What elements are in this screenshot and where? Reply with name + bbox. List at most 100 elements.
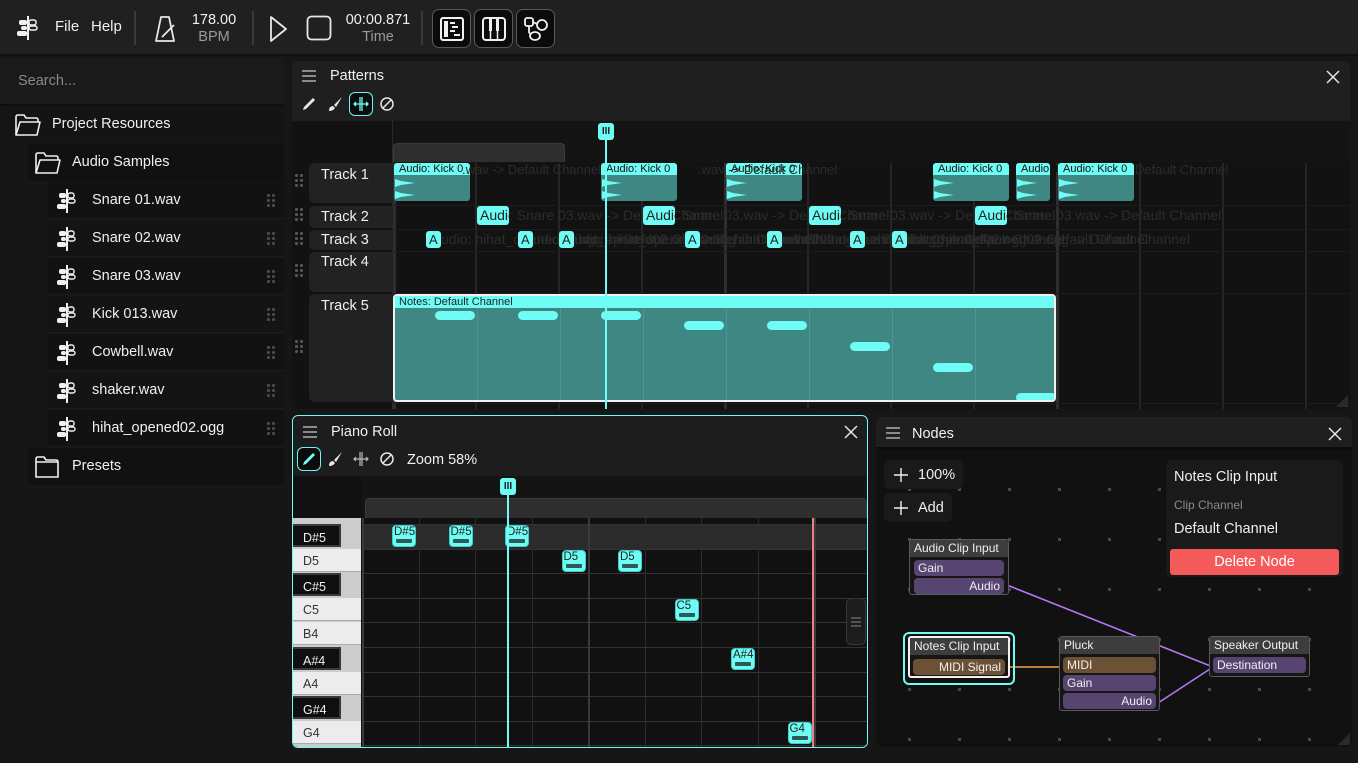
playhead-handle[interactable]: III (598, 123, 614, 140)
port-audio[interactable]: Audio (914, 578, 1004, 594)
delete-node-button[interactable]: Delete Node (1170, 549, 1339, 575)
tree-item-file[interactable]: Snare 03.wav (48, 258, 284, 295)
track-header-1[interactable]: Track 1 (309, 163, 393, 203)
drag-handle-icon[interactable] (295, 208, 304, 222)
note[interactable]: C5 (674, 598, 699, 621)
track-header-3[interactable]: Track 3 (309, 230, 393, 250)
tree-item-project-resources[interactable]: Project Resources (8, 106, 284, 143)
piano-key[interactable]: A4 (293, 671, 361, 695)
piano-key[interactable]: G#4 (293, 696, 341, 720)
note[interactable]: A#4 (731, 648, 755, 670)
vertical-scrollbar[interactable] (846, 598, 866, 645)
note[interactable]: D#5 (392, 525, 416, 547)
node-notes-clip-input[interactable]: Notes Clip Input MIDI Signal (908, 636, 1010, 678)
track-header-5[interactable]: Track 5 (309, 294, 393, 402)
audio-clip-snare[interactable]: Audio (477, 206, 509, 225)
piano-key[interactable]: B4 (293, 622, 361, 646)
drag-handle-icon[interactable] (295, 174, 304, 188)
audio-clip-hihat[interactable]: A (426, 231, 441, 248)
piano-key[interactable]: G4 (293, 720, 361, 744)
drag-handle-icon[interactable] (267, 232, 276, 246)
drag-handle-icon[interactable] (295, 340, 304, 354)
close-icon[interactable] (843, 424, 859, 440)
piano-view-button[interactable] (474, 9, 513, 48)
play-icon[interactable] (266, 14, 290, 44)
piano-key[interactable]: D5 (293, 548, 361, 572)
audio-clip-hihat[interactable]: A (850, 231, 865, 248)
tree-item-file[interactable]: Snare 02.wav (48, 220, 284, 257)
port-gain[interactable]: Gain (914, 560, 1004, 576)
port-midi-signal[interactable]: MIDI Signal (913, 659, 1005, 675)
brush-tool[interactable] (323, 447, 347, 471)
note[interactable]: G4 (787, 721, 812, 744)
drag-handle-icon[interactable] (295, 232, 304, 246)
drag-handle-icon[interactable] (267, 270, 276, 284)
audio-clip-snare[interactable]: Audio (975, 206, 1007, 225)
tree-item-audio-samples[interactable]: Audio Samples (28, 144, 284, 181)
app-logo-icon[interactable] (15, 15, 41, 41)
node-pluck[interactable]: Pluck MIDI Gain Audio (1059, 636, 1160, 711)
note[interactable]: D5 (618, 549, 642, 572)
drag-handle-icon[interactable] (267, 346, 276, 360)
drag-handle-icon[interactable] (267, 308, 276, 322)
port-midi[interactable]: MIDI (1063, 657, 1156, 673)
close-icon[interactable] (1325, 69, 1341, 85)
drag-handle-icon[interactable] (267, 422, 276, 436)
track-header-2[interactable]: Track 2 (309, 206, 393, 228)
node-audio-clip-input[interactable]: Audio Clip Input Gain Audio (909, 539, 1009, 595)
drag-handle-icon[interactable] (295, 264, 304, 278)
audio-clip-hihat[interactable]: A (892, 231, 907, 248)
erase-tool[interactable] (375, 447, 399, 471)
port-audio[interactable]: Audio (1063, 693, 1156, 709)
drag-handle-icon[interactable] (267, 194, 276, 208)
resize-tool[interactable] (349, 447, 373, 471)
node-speaker-output[interactable]: Speaker Output Destination (1209, 636, 1310, 677)
loop-region[interactable] (365, 498, 867, 518)
audio-clip-kick[interactable]: Audio: Kick 0 (1058, 163, 1134, 201)
track-header-4[interactable]: Track 4 (309, 252, 393, 292)
piano-key[interactable]: C5 (293, 597, 361, 621)
patterns-view-button[interactable] (432, 9, 471, 48)
audio-clip-kick[interactable]: Audio: Kick 0 (1016, 163, 1085, 201)
note[interactable]: D5 (561, 549, 586, 572)
pencil-tool[interactable] (297, 447, 321, 471)
menu-file[interactable]: File (55, 18, 79, 35)
tree-item-file[interactable]: Snare 01.wav (48, 182, 284, 219)
piano-key[interactable]: D#5 (293, 524, 341, 547)
menu-help[interactable]: Help (91, 18, 122, 35)
notes-clip[interactable]: Notes: Default Channel (393, 294, 1056, 402)
resize-corner-icon[interactable] (1338, 733, 1350, 745)
bpm-display[interactable]: 178.00 BPM (188, 12, 240, 46)
stop-icon[interactable] (305, 14, 333, 42)
clip-channel-value[interactable]: Default Channel (1174, 521, 1278, 537)
search-input[interactable] (18, 73, 258, 89)
search-box[interactable] (0, 58, 284, 106)
brush-tool[interactable] (323, 92, 347, 116)
resize-tool[interactable] (349, 92, 373, 116)
audio-clip-hihat[interactable]: A (559, 231, 574, 248)
tree-item-file[interactable]: Cowbell.wav (48, 334, 284, 371)
piano-key[interactable]: A#4 (293, 647, 341, 670)
tree-item-file[interactable]: Kick 013.wav (48, 296, 284, 333)
pencil-tool[interactable] (297, 92, 321, 116)
audio-clip-hihat[interactable]: A (685, 231, 700, 248)
note[interactable]: D#5 (448, 525, 473, 547)
port-destination[interactable]: Destination (1213, 657, 1306, 673)
tree-item-file[interactable]: hihat_opened02.ogg (48, 410, 284, 447)
playhead-handle[interactable]: III (500, 478, 516, 495)
resize-corner-icon[interactable] (1336, 395, 1348, 407)
audio-clip-kick[interactable]: Audio: Kick 0 (601, 163, 677, 201)
audio-clip-hihat[interactable]: A (767, 231, 782, 248)
loop-region[interactable] (393, 143, 565, 162)
tree-item-file[interactable]: shaker.wav (48, 372, 284, 409)
port-gain[interactable]: Gain (1063, 675, 1156, 691)
piano-key[interactable]: C#5 (293, 573, 341, 597)
audio-clip-snare[interactable]: Audio (809, 206, 841, 225)
metronome-icon[interactable] (153, 14, 179, 44)
tree-item-presets[interactable]: Presets (28, 448, 284, 485)
nodes-view-button[interactable] (516, 9, 555, 48)
drag-handle-icon[interactable] (267, 384, 276, 398)
erase-tool[interactable] (375, 92, 399, 116)
audio-clip-snare[interactable]: Audio (643, 206, 675, 225)
audio-clip-kick[interactable]: Audio: Kick 0 (933, 163, 1009, 201)
